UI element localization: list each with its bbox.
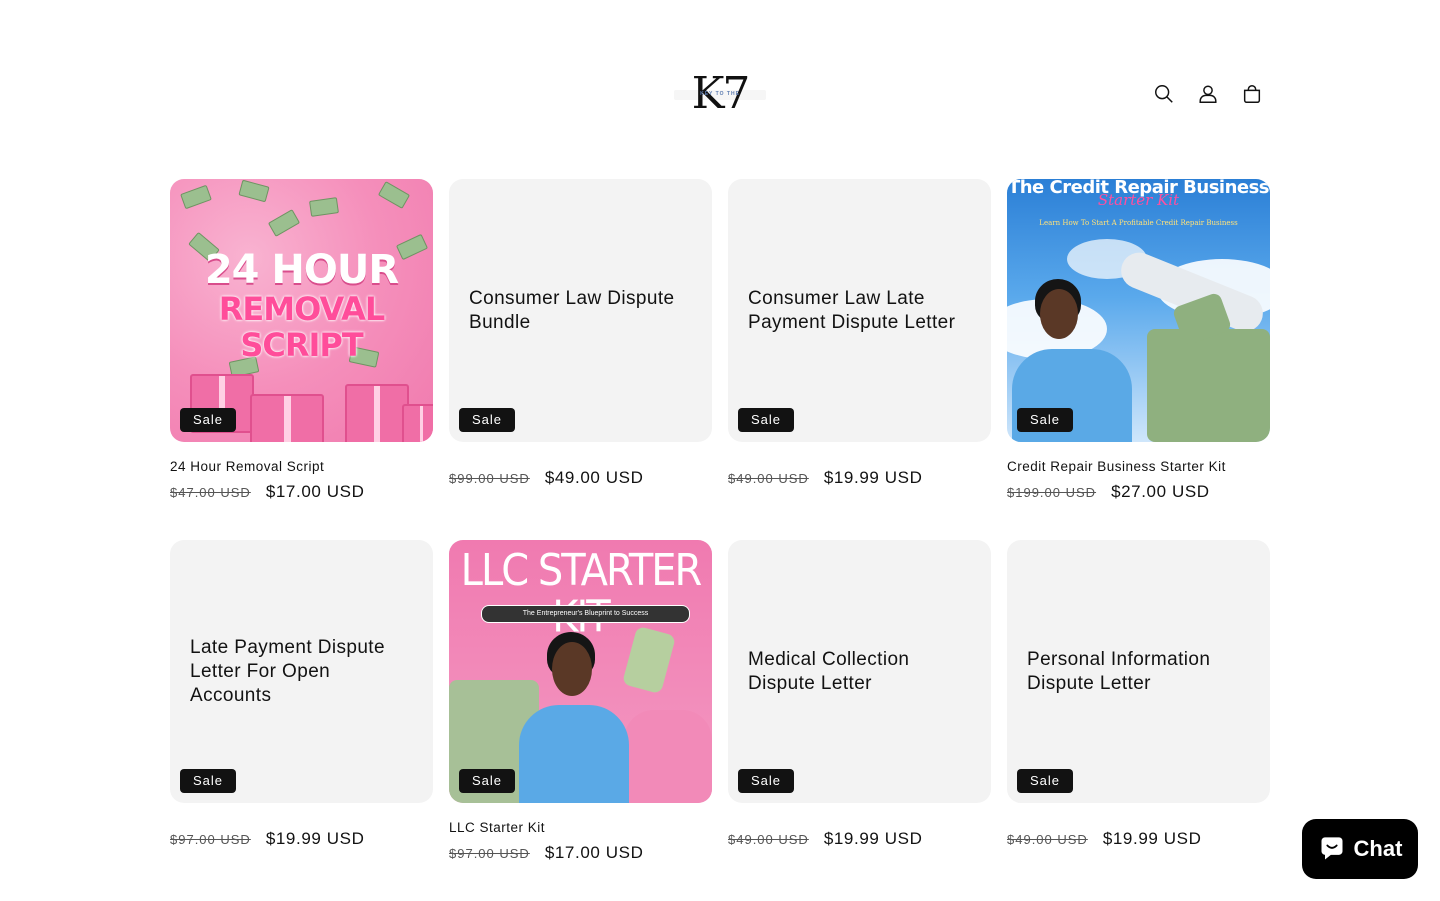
placeholder-title: Late Payment Dispute Letter For Open Acc… (190, 636, 385, 706)
compare-at-price: $47.00 USD (170, 485, 251, 500)
compare-at-price: $97.00 USD (170, 832, 251, 847)
compare-at-price: $97.00 USD (449, 846, 530, 861)
price-row: $47.00 USD $17.00 USD (170, 482, 433, 502)
search-button[interactable] (1142, 74, 1186, 114)
product-card: LLC STARTER KIT The Entrepreneur's Bluep… (449, 540, 712, 901)
sale-badge: Sale (1017, 408, 1074, 432)
price-row: $199.00 USD $27.00 USD (1007, 482, 1270, 502)
art-tagline: Learn How To Start A Profitable Credit R… (1039, 219, 1238, 227)
product-image-credit-repair: The Credit Repair Business Starter Kit L… (1007, 179, 1270, 442)
compare-at-price: $199.00 USD (1007, 485, 1097, 500)
sale-price: $19.99 USD (823, 468, 923, 487)
product-image-removal-script: 24 HOUR REMOVAL SCRIPT (170, 179, 433, 442)
cart-icon (1243, 85, 1261, 103)
product-image-link[interactable]: 24 HOUR REMOVAL SCRIPT Sale (170, 179, 433, 442)
chat-bubble-icon (1321, 837, 1343, 860)
price-row: $49.00 USD $19.99 USD (1007, 829, 1270, 849)
product-image-link[interactable]: The Credit Repair Business Starter Kit L… (1007, 179, 1270, 442)
product-image-link[interactable]: Consumer Law Dispute Bundle Sale (449, 179, 712, 442)
chat-label: Chat (1353, 836, 1403, 861)
product-image-link[interactable]: Late Payment Dispute Letter For Open Acc… (170, 540, 433, 803)
sale-price: $49.00 USD (544, 468, 644, 487)
placeholder-title: Medical Collection Dispute Letter (748, 648, 910, 694)
price-row: $99.00 USD $49.00 USD (449, 468, 712, 488)
product-card: Personal Information Dispute Letter Sale… (1007, 540, 1270, 901)
product-image-link[interactable]: Consumer Law Late Payment Dispute Letter… (728, 179, 991, 442)
sale-badge: Sale (180, 408, 237, 432)
compare-at-price: $49.00 USD (728, 832, 809, 847)
placeholder-title: Personal Information Dispute Letter (1027, 648, 1211, 694)
cart-button[interactable] (1230, 74, 1274, 114)
sale-badge: Sale (738, 408, 795, 432)
sale-badge: Sale (738, 769, 795, 793)
chat-button[interactable]: Chat (1302, 819, 1418, 879)
placeholder-title: Consumer Law Dispute Bundle (469, 287, 675, 333)
account-icon (1199, 85, 1217, 103)
art-subtitle: REMOVAL SCRIPT (218, 290, 385, 364)
product-card: Late Payment Dispute Letter For Open Acc… (170, 540, 433, 901)
art-pill: The Entrepreneur's Blueprint to Success (481, 605, 690, 623)
sale-price: $19.99 USD (265, 829, 365, 848)
product-title[interactable]: Credit Repair Business Starter Kit (1007, 459, 1270, 474)
site-header: K7 KEY TO THE (0, 0, 1440, 170)
account-button[interactable] (1186, 74, 1230, 114)
logo-tagline: KEY TO THE (700, 91, 740, 97)
sale-price: $17.00 USD (544, 843, 644, 862)
compare-at-price: $99.00 USD (449, 471, 530, 486)
price-row: $97.00 USD $17.00 USD (449, 843, 712, 863)
product-image-link[interactable]: Medical Collection Dispute Letter Sale (728, 540, 991, 803)
compare-at-price: $49.00 USD (728, 471, 809, 486)
sale-price: $19.99 USD (1102, 829, 1202, 848)
product-card: The Credit Repair Business Starter Kit L… (1007, 179, 1270, 540)
sale-badge: Sale (1017, 769, 1074, 793)
product-image-link[interactable]: Personal Information Dispute Letter Sale (1007, 540, 1270, 803)
compare-at-price: $49.00 USD (1007, 832, 1088, 847)
price-row: $97.00 USD $19.99 USD (170, 829, 433, 849)
product-card: Consumer Law Late Payment Dispute Letter… (728, 179, 991, 540)
sale-badge: Sale (180, 769, 237, 793)
store-logo[interactable]: K7 KEY TO THE (670, 66, 770, 122)
sale-price: $19.99 USD (823, 829, 923, 848)
product-image-link[interactable]: LLC STARTER KIT The Entrepreneur's Bluep… (449, 540, 712, 803)
search-icon (1155, 85, 1173, 103)
product-title[interactable]: 24 Hour Removal Script (170, 459, 433, 474)
price-row: $49.00 USD $19.99 USD (728, 468, 991, 488)
price-row: $49.00 USD $19.99 USD (728, 829, 991, 849)
product-card: Medical Collection Dispute Letter Sale $… (728, 540, 991, 901)
product-card: 24 HOUR REMOVAL SCRIPT Sale 24 Hour Remo… (170, 179, 433, 540)
placeholder-title: Consumer Law Late Payment Dispute Letter (748, 287, 956, 333)
sale-badge: Sale (459, 408, 516, 432)
art-title: 24 HOUR (204, 247, 399, 293)
header-icons (1142, 74, 1274, 114)
product-title[interactable]: LLC Starter Kit (449, 820, 712, 835)
sale-badge: Sale (459, 769, 516, 793)
sale-price: $17.00 USD (265, 482, 365, 501)
product-image-llc: LLC STARTER KIT The Entrepreneur's Bluep… (449, 540, 712, 803)
sale-price: $27.00 USD (1111, 482, 1210, 501)
product-card: Consumer Law Dispute Bundle Sale $99.00 … (449, 179, 712, 540)
art-subtitle: Starter Kit (1097, 191, 1180, 209)
art-title: LLC STARTER KIT (460, 545, 703, 640)
product-grid: 24 HOUR REMOVAL SCRIPT Sale 24 Hour Remo… (170, 179, 1270, 901)
